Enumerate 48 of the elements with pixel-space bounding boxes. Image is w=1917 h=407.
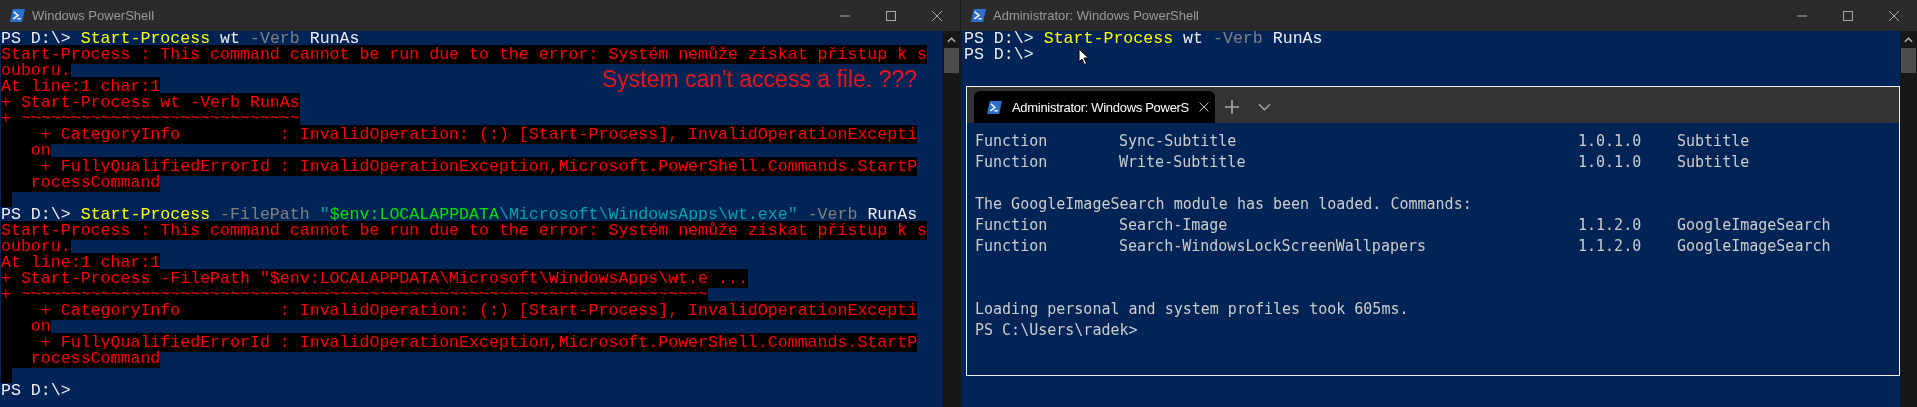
scroll-up-icon[interactable] — [1904, 37, 1913, 43]
terminal-tab[interactable]: Administrator: Windows PowerS — [974, 91, 1215, 123]
table-cell-text: 1.0.1.0 — [1578, 152, 1643, 173]
table-cell-text: Search-WindowsLockScreenWallpapers — [1119, 236, 1428, 257]
table-cell: Subtitle — [1677, 131, 1750, 152]
highlight-block — [1, 367, 12, 383]
scrollbar[interactable] — [1900, 31, 1917, 407]
scroll-up-icon[interactable] — [947, 37, 956, 43]
table-cell-text: Function — [975, 131, 1049, 152]
table-cell-text: Function — [975, 152, 1049, 173]
scrollbar-thumb[interactable] — [1901, 48, 1916, 73]
powershell-icon — [986, 99, 1003, 115]
window-title: Windows PowerShell — [32, 8, 155, 23]
close-icon — [931, 9, 943, 22]
table-cell-text: 1.0.1.0 — [1578, 131, 1643, 152]
close-icon[interactable] — [1199, 102, 1209, 112]
table-cell-text: Write-Subtitle — [1119, 152, 1247, 173]
powershell-icon — [970, 8, 987, 23]
table-cell-text: Sync-Subtitle — [1119, 131, 1238, 152]
maximize-icon — [1842, 9, 1854, 22]
powershell-icon — [9, 8, 26, 23]
table-cell-text: Function — [975, 236, 1049, 257]
command-line: PS D:\> — [1, 383, 71, 399]
mouse-pointer-icon — [1078, 48, 1090, 66]
table-cell-text: Function — [975, 215, 1049, 236]
scrollbar-thumb[interactable] — [944, 48, 959, 73]
console-text: Loading personal and system profiles took 605ms. — [975, 299, 1409, 320]
table-cell: Subtitle — [1677, 152, 1750, 173]
command-line: PS D:\> Start-Process wt -Verb RunAs — [964, 31, 1323, 47]
table-cell: GoogleImageSearch — [1677, 236, 1831, 257]
console-text: The GoogleImageSearch module has been loaded. Commands: — [975, 194, 1472, 215]
annotation: System can't access a file. ??? — [602, 65, 918, 93]
command-line: PS D:\> Start-Process -FilePath "$env:LOCALAPPDATA\Microsoft\WindowsApps\wt.exe" -Verb RunAs — [1, 207, 918, 223]
command-line: PS D:\> — [964, 47, 1034, 63]
table-cell-text: 1.1.2.0 — [1578, 215, 1643, 236]
highlight-block — [1, 191, 12, 207]
table-cell-text: Search-Image — [1119, 215, 1229, 236]
table-cell: GoogleImageSearch — [1677, 215, 1831, 236]
plus-icon — [1224, 100, 1239, 114]
console-text: PS C:\Users\radek> — [975, 320, 1138, 341]
command-line: PS D:\> Start-Process wt -Verb RunAs — [1, 31, 360, 47]
table-cell-text: 1.1.2.0 — [1578, 236, 1643, 257]
close-icon — [1888, 9, 1900, 22]
chevron-down-icon — [1258, 103, 1271, 111]
scrollbar[interactable] — [943, 31, 960, 407]
tab-title: Administrator: Windows PowerS — [1012, 99, 1189, 115]
window-title: Administrator: Windows PowerShell — [993, 8, 1199, 23]
maximize-icon — [885, 9, 897, 22]
